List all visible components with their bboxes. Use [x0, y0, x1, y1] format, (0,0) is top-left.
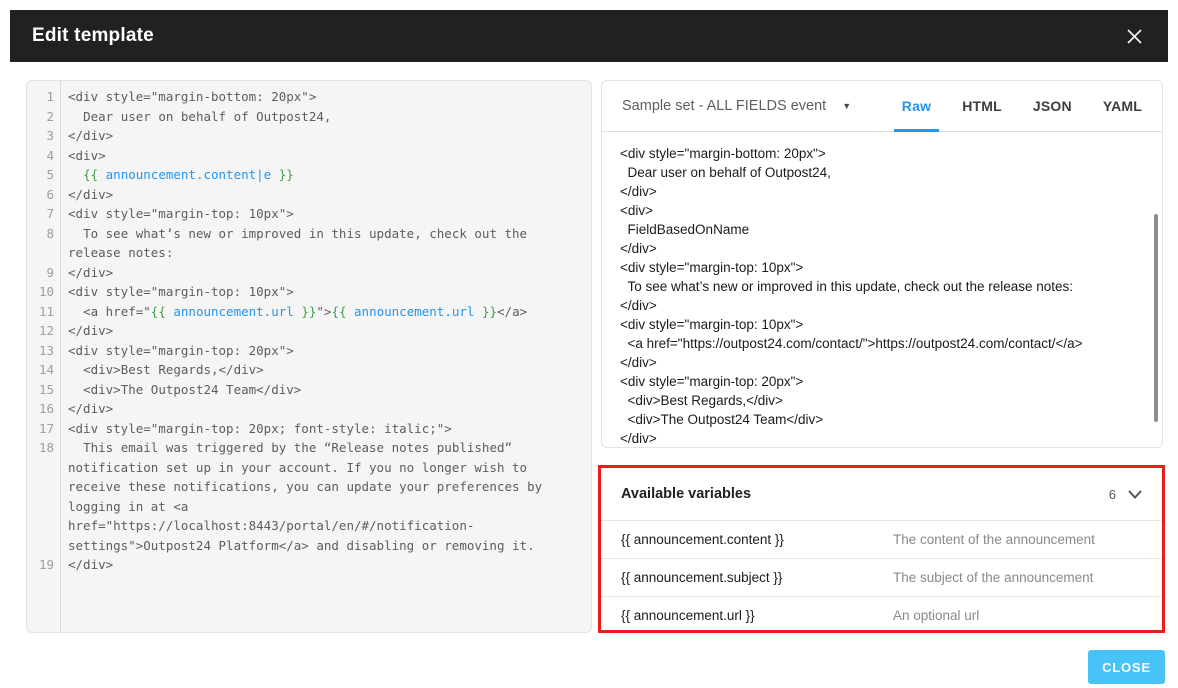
- tab-raw[interactable]: Raw: [902, 81, 931, 132]
- close-icon[interactable]: [1122, 24, 1146, 48]
- tab-json[interactable]: JSON: [1033, 81, 1072, 132]
- variable-name: {{ announcement.url }}: [601, 608, 893, 623]
- line-number: 6: [27, 185, 60, 205]
- code-line[interactable]: 11 <a href="{{ announcement.url }}">{{ a…: [27, 302, 591, 322]
- code-line-text: </div>: [60, 399, 591, 419]
- code-line[interactable]: 13<div style="margin-top: 20px">: [27, 341, 591, 361]
- close-button[interactable]: CLOSE: [1088, 650, 1165, 684]
- code-line-text: </div>: [60, 555, 591, 575]
- code-line[interactable]: 15 <div>The Outpost24 Team</div>: [27, 380, 591, 400]
- code-line-text: {{ announcement.content|e }}: [60, 165, 591, 185]
- code-line[interactable]: 7<div style="margin-top: 10px">: [27, 204, 591, 224]
- variable-description: The content of the announcement: [893, 532, 1095, 547]
- code-line-text: </div>: [60, 185, 591, 205]
- line-number: 9: [27, 263, 60, 283]
- line-number: 7: [27, 204, 60, 224]
- code-line-text: Dear user on behalf of Outpost24,: [60, 107, 591, 127]
- variable-name: {{ announcement.content }}: [601, 532, 893, 547]
- code-line[interactable]: 3</div>: [27, 126, 591, 146]
- preview-header: Sample set - ALL FIELDS event ▼ Raw HTML…: [602, 81, 1162, 132]
- line-number: 3: [27, 126, 60, 146]
- code-line[interactable]: 12</div>: [27, 321, 591, 341]
- chevron-down-icon[interactable]: [1128, 490, 1142, 499]
- line-number: 17: [27, 419, 60, 439]
- line-number: 11: [27, 302, 60, 322]
- code-line[interactable]: 18 This email was triggered by the “Rele…: [27, 438, 591, 555]
- code-line-text: <div style="margin-top: 10px">: [60, 282, 591, 302]
- code-line[interactable]: 4<div>: [27, 146, 591, 166]
- code-line-text: To see what’s new or improved in this up…: [60, 224, 591, 263]
- line-number: 5: [27, 165, 60, 185]
- variables-list: {{ announcement.content }}The content of…: [601, 520, 1162, 633]
- line-number: 8: [27, 224, 60, 263]
- variable-description: The subject of the announcement: [893, 570, 1093, 585]
- code-line[interactable]: 10<div style="margin-top: 10px">: [27, 282, 591, 302]
- code-line-text: <div style="margin-bottom: 20px">: [60, 87, 591, 107]
- code-line[interactable]: 1<div style="margin-bottom: 20px">: [27, 87, 591, 107]
- code-line-text: <div>Best Regards,</div>: [60, 360, 591, 380]
- preview-card: Sample set - ALL FIELDS event ▼ Raw HTML…: [601, 80, 1163, 448]
- variables-meta: 6: [1109, 487, 1142, 502]
- code-line-text: This email was triggered by the “Release…: [60, 438, 591, 555]
- code-line-text: <div style="margin-top: 20px">: [60, 341, 591, 361]
- code-line[interactable]: 5 {{ announcement.content|e }}: [27, 165, 591, 185]
- variables-count: 6: [1109, 487, 1116, 502]
- line-number: 12: [27, 321, 60, 341]
- sample-set-label: Sample set - ALL FIELDS event: [622, 98, 826, 114]
- code-line[interactable]: 16</div>: [27, 399, 591, 419]
- preview-scrollbar[interactable]: [1154, 214, 1158, 422]
- code-line-text: </div>: [60, 126, 591, 146]
- close-icon-glyph: [1126, 28, 1143, 45]
- code-line-text: </div>: [60, 321, 591, 341]
- code-line-text: <div>: [60, 146, 591, 166]
- line-number: 19: [27, 555, 60, 575]
- modal-header: Edit template: [10, 10, 1168, 62]
- line-number: 16: [27, 399, 60, 419]
- sample-set-select[interactable]: Sample set - ALL FIELDS event ▼: [622, 98, 851, 114]
- modal-title: Edit template: [32, 25, 154, 47]
- code-line[interactable]: 19</div>: [27, 555, 591, 575]
- variable-row: {{ announcement.content }}The content of…: [601, 520, 1162, 558]
- code-line-text: <a href="{{ announcement.url }}">{{ anno…: [60, 302, 591, 322]
- available-variables-panel: Available variables 6 {{ announcement.co…: [598, 465, 1165, 633]
- variable-row: {{ announcement.url }}An optional url: [601, 596, 1162, 633]
- line-number: 1: [27, 87, 60, 107]
- available-variables-header: Available variables 6: [601, 468, 1162, 520]
- code-line[interactable]: 9</div>: [27, 263, 591, 283]
- code-line-text: <div style="margin-top: 20px; font-style…: [60, 419, 591, 439]
- line-number: 2: [27, 107, 60, 127]
- code-line[interactable]: 8 To see what’s new or improved in this …: [27, 224, 591, 263]
- variable-name: {{ announcement.subject }}: [601, 570, 893, 585]
- line-number: 18: [27, 438, 60, 555]
- line-number: 14: [27, 360, 60, 380]
- code-lines: 1<div style="margin-bottom: 20px">2 Dear…: [27, 81, 591, 575]
- line-number: 13: [27, 341, 60, 361]
- code-line-text: </div>: [60, 263, 591, 283]
- line-number: 4: [27, 146, 60, 166]
- code-line[interactable]: 17<div style="margin-top: 20px; font-sty…: [27, 419, 591, 439]
- preview-raw-output: <div style="margin-bottom: 20px"> Dear u…: [602, 132, 1162, 448]
- code-line[interactable]: 2 Dear user on behalf of Outpost24,: [27, 107, 591, 127]
- variable-row: {{ announcement.subject }}The subject of…: [601, 558, 1162, 596]
- tab-yaml[interactable]: YAML: [1103, 81, 1142, 132]
- available-variables-title: Available variables: [621, 486, 751, 502]
- line-number: 10: [27, 282, 60, 302]
- caret-down-icon: ▼: [842, 101, 851, 111]
- variable-description: An optional url: [893, 608, 979, 623]
- code-line[interactable]: 14 <div>Best Regards,</div>: [27, 360, 591, 380]
- template-code-editor[interactable]: 1<div style="margin-bottom: 20px">2 Dear…: [26, 80, 592, 633]
- line-number: 15: [27, 380, 60, 400]
- preview-tabs: Raw HTML JSON YAML: [902, 81, 1142, 132]
- code-line-text: <div>The Outpost24 Team</div>: [60, 380, 591, 400]
- tab-html[interactable]: HTML: [962, 81, 1002, 132]
- code-line-text: <div style="margin-top: 10px">: [60, 204, 591, 224]
- code-line[interactable]: 6</div>: [27, 185, 591, 205]
